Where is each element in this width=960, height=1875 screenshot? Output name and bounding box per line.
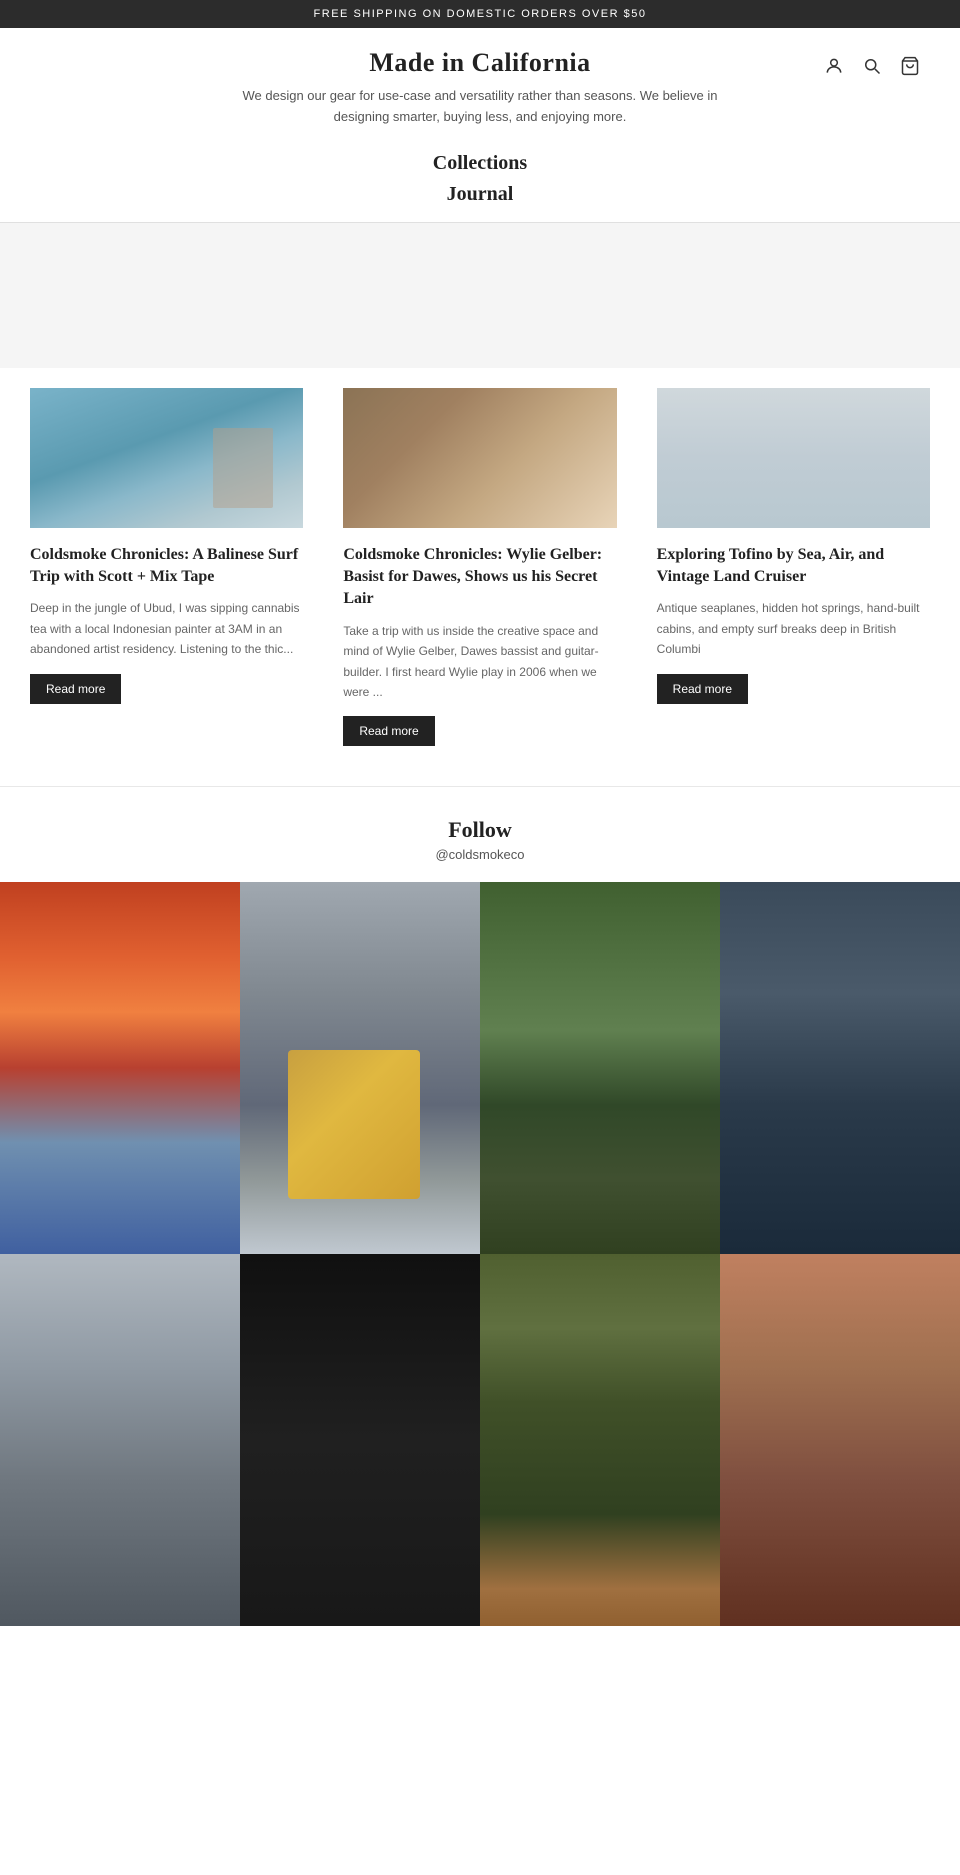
article-image-2 (343, 388, 616, 528)
article-card-3: Exploring Tofino by Sea, Air, and Vintag… (637, 388, 940, 747)
follow-handle: @coldsmokeco (0, 847, 960, 862)
instagram-cell-7[interactable] (480, 1254, 720, 1626)
article-card-2: Coldsmoke Chronicles: Wylie Gelber: Basi… (323, 388, 636, 747)
article-title-2: Coldsmoke Chronicles: Wylie Gelber: Basi… (343, 544, 616, 611)
journal-hero (0, 223, 960, 368)
brand-name: Made in California (40, 48, 920, 78)
instagram-cell-1[interactable] (0, 882, 240, 1254)
instagram-grid (0, 882, 960, 1626)
search-icon[interactable] (862, 56, 882, 81)
read-more-button-1[interactable]: Read more (30, 674, 121, 704)
article-card-1: Coldsmoke Chronicles: A Balinese Surf Tr… (20, 388, 323, 747)
article-excerpt-2: Take a trip with us inside the creative … (343, 621, 616, 703)
nav-journal[interactable]: Journal (0, 179, 960, 210)
header: Made in California We design our gear fo… (0, 28, 960, 138)
cart-icon[interactable] (900, 56, 920, 81)
instagram-cell-5[interactable] (0, 1254, 240, 1626)
articles-section: Coldsmoke Chronicles: A Balinese Surf Tr… (0, 368, 960, 787)
top-banner: FREE SHIPPING ON DOMESTIC ORDERS OVER $5… (0, 0, 960, 28)
read-more-button-3[interactable]: Read more (657, 674, 748, 704)
instagram-cell-4[interactable] (720, 882, 960, 1254)
brand-tagline: We design our gear for use-case and vers… (220, 86, 740, 128)
article-image-3 (657, 388, 930, 528)
read-more-button-2[interactable]: Read more (343, 716, 434, 746)
header-icons (824, 56, 920, 81)
article-title-3: Exploring Tofino by Sea, Air, and Vintag… (657, 544, 930, 589)
user-icon[interactable] (824, 56, 844, 81)
main-nav: Collections Journal (0, 138, 960, 210)
follow-section: Follow @coldsmokeco (0, 786, 960, 882)
article-excerpt-1: Deep in the jungle of Ubud, I was sippin… (30, 598, 303, 659)
article-image-1 (30, 388, 303, 528)
instagram-cell-3[interactable] (480, 882, 720, 1254)
article-title-1: Coldsmoke Chronicles: A Balinese Surf Tr… (30, 544, 303, 589)
nav-collections[interactable]: Collections (0, 148, 960, 179)
instagram-cell-8[interactable] (720, 1254, 960, 1626)
instagram-cell-6[interactable] (240, 1254, 480, 1626)
article-excerpt-3: Antique seaplanes, hidden hot springs, h… (657, 598, 930, 659)
follow-title: Follow (0, 817, 960, 843)
instagram-cell-2[interactable] (240, 882, 480, 1254)
